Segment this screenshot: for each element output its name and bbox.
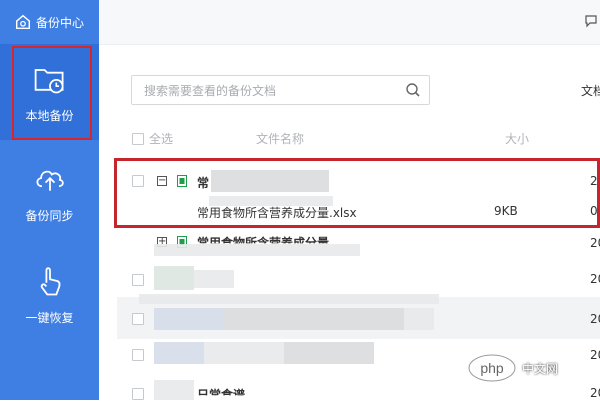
- sidebar: 备份中心 本地备份 备份同步 一键恢复: [0, 0, 99, 400]
- sidebar-item-label: 本地备份: [25, 108, 74, 123]
- home-icon: [15, 14, 31, 30]
- backup-center-label: 备份中心: [36, 15, 85, 30]
- sidebar-item-local-backup[interactable]: 本地备份: [0, 44, 99, 140]
- watermark: php 中文网: [468, 350, 600, 386]
- document-filter-label[interactable]: 文档: [581, 82, 600, 99]
- redacted-region: [154, 342, 204, 364]
- row-date: 20: [590, 386, 600, 400]
- redacted-region: [154, 308, 224, 330]
- row-checkbox[interactable]: [132, 388, 144, 400]
- backup-center-header[interactable]: 备份中心: [0, 0, 99, 44]
- redacted-region: [154, 380, 194, 400]
- row-date: 20: [590, 272, 600, 286]
- row-name[interactable]: 日常食谱: [197, 386, 245, 395]
- main-panel: 文档 全选 文件名称 大小 − 常 2 常用食物所含营养成分量.xlsx 9KB…: [99, 0, 600, 400]
- row-date: 20: [590, 312, 600, 326]
- redacted-region: [139, 294, 439, 304]
- sidebar-item-backup-sync[interactable]: 备份同步: [0, 144, 99, 240]
- sidebar-item-label: 备份同步: [25, 208, 74, 223]
- redacted-region: [224, 308, 324, 330]
- chat-bubble-icon[interactable]: [584, 14, 598, 28]
- php-logo-text: php: [480, 360, 504, 376]
- folder-clock-icon: [34, 68, 63, 93]
- redacted-region: [284, 342, 374, 364]
- search-icon[interactable]: [405, 82, 421, 98]
- hand-tap-icon: [40, 266, 60, 295]
- row-checkbox[interactable]: [132, 349, 144, 361]
- redacted-region: [404, 308, 434, 330]
- top-bar: [99, 0, 600, 45]
- row-checkbox[interactable]: [132, 313, 144, 325]
- search-input[interactable]: [132, 76, 406, 106]
- group-date: 20: [590, 236, 600, 250]
- select-all-checkbox[interactable]: [132, 133, 144, 145]
- redacted-region: [204, 342, 284, 364]
- search-box: [131, 75, 430, 106]
- redacted-region: [154, 266, 194, 290]
- row-checkbox[interactable]: [132, 274, 144, 286]
- redacted-region: [154, 244, 360, 256]
- redacted-region: [194, 270, 234, 288]
- select-all-label: 全选: [149, 132, 174, 146]
- column-header-name: 文件名称: [256, 132, 305, 146]
- column-header-size: 大小: [505, 132, 530, 146]
- cloud-upload-icon: [36, 170, 64, 191]
- php-logo-icon: php: [468, 354, 516, 382]
- sidebar-item-label: 一键恢复: [25, 310, 74, 325]
- sidebar-item-one-click-restore[interactable]: 一键恢复: [0, 246, 99, 342]
- watermark-text: 中文网: [522, 361, 559, 376]
- redacted-region: [324, 308, 404, 330]
- highlight-box: [114, 158, 600, 228]
